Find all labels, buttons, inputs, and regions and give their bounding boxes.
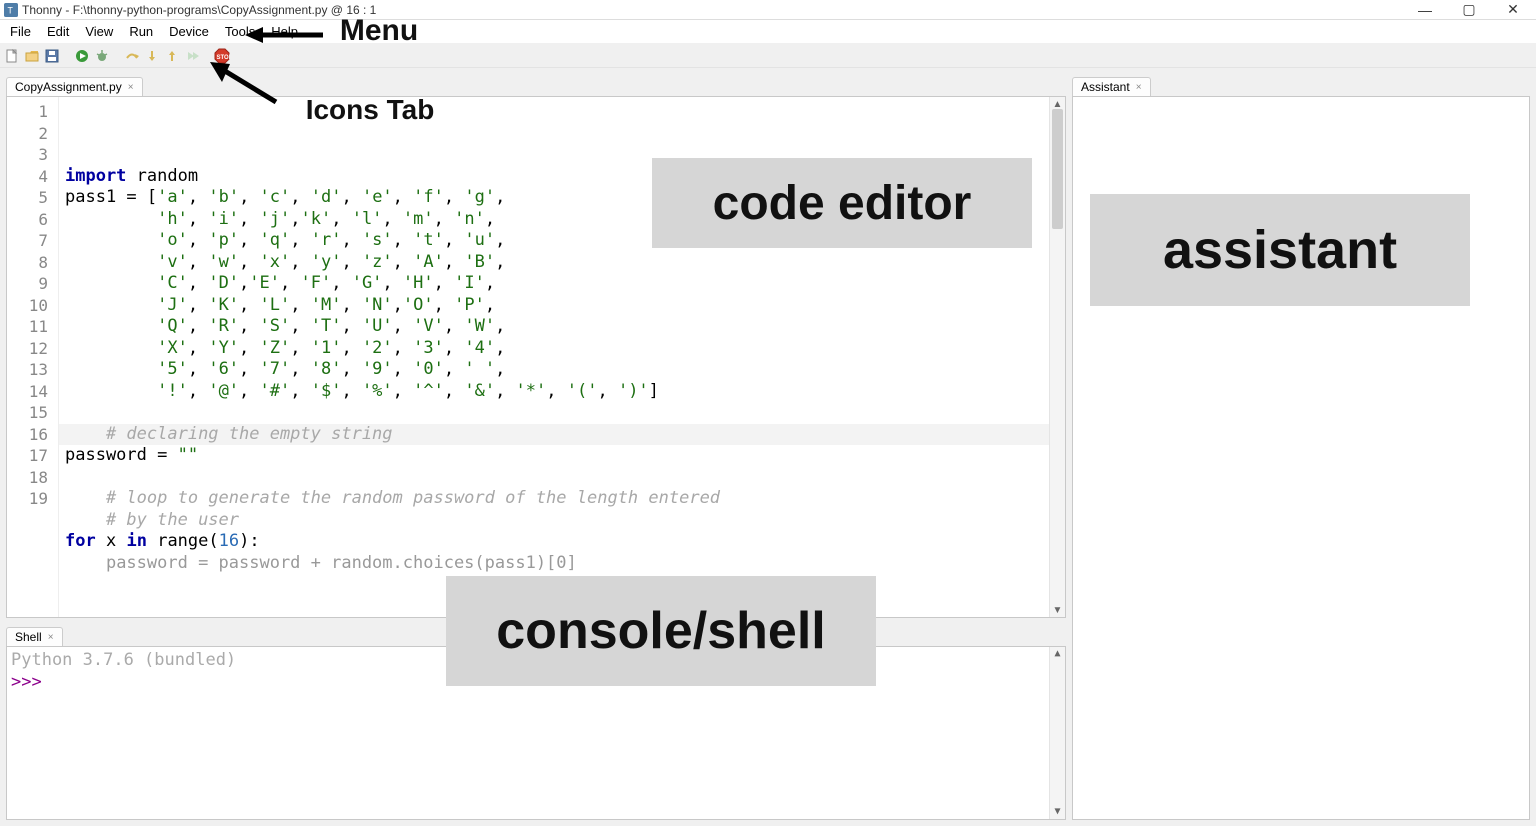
menu-edit[interactable]: Edit <box>39 22 77 41</box>
close-button[interactable]: ✕ <box>1500 1 1526 19</box>
code-line[interactable]: # by the user <box>65 510 1065 532</box>
assistant-tab[interactable]: Assistant × <box>1072 77 1151 96</box>
assistant-tab-label: Assistant <box>1081 80 1130 94</box>
svg-text:STOP: STOP <box>217 55 231 61</box>
scroll-down-icon[interactable]: ▼ <box>1050 603 1065 617</box>
editor-pane: CopyAssignment.py × 12345678910111213141… <box>0 68 1072 618</box>
assistant-tabstrip: Assistant × <box>1072 74 1530 96</box>
close-icon[interactable]: × <box>1136 82 1142 93</box>
svg-text:T: T <box>8 5 14 15</box>
code-line[interactable]: 'Q', 'R', 'S', 'T', 'U', 'V', 'W', <box>65 316 1065 338</box>
code-line[interactable]: 'J', 'K', 'L', 'M', 'N','O', 'P', <box>65 295 1065 317</box>
shell-prompt: >>> <box>11 672 42 692</box>
code-line[interactable]: '!', '@', '#', '$', '%', '^', '&', '*', … <box>65 381 1065 403</box>
menu-help[interactable]: Help <box>263 22 306 41</box>
stop-icon[interactable]: STOP <box>214 48 230 64</box>
code-line[interactable]: # declaring the empty string <box>65 424 1065 446</box>
shell-scrollbar[interactable]: ▲ ▼ <box>1049 647 1065 819</box>
code-line[interactable] <box>65 467 1065 489</box>
code-line[interactable] <box>65 402 1065 424</box>
code-line[interactable]: 'X', 'Y', 'Z', '1', '2', '3', '4', <box>65 338 1065 360</box>
workspace: CopyAssignment.py × 12345678910111213141… <box>0 68 1536 826</box>
window-titlebar: T Thonny - F:\thonny-python-programs\Cop… <box>0 0 1536 20</box>
code-line[interactable]: # loop to generate the random password o… <box>65 488 1065 510</box>
editor-gutter: 12345678910111213141516171819 <box>7 97 59 617</box>
close-icon[interactable]: × <box>48 632 54 643</box>
editor-tabstrip: CopyAssignment.py × <box>6 74 1066 96</box>
code-line[interactable]: pass1 = ['a', 'b', 'c', 'd', 'e', 'f', '… <box>65 187 1065 209</box>
code-line[interactable]: for x in range(16): <box>65 531 1065 553</box>
debug-icon[interactable] <box>94 48 110 64</box>
code-body[interactable]: import randompass1 = ['a', 'b', 'c', 'd'… <box>59 97 1065 617</box>
scroll-up-icon[interactable]: ▲ <box>1050 647 1065 661</box>
step-into-icon[interactable] <box>144 48 160 64</box>
code-line[interactable]: password = "" <box>65 445 1065 467</box>
maximize-button[interactable]: ▢ <box>1456 1 1482 19</box>
save-file-icon[interactable] <box>44 48 60 64</box>
run-icon[interactable] <box>74 48 90 64</box>
shell-tab[interactable]: Shell × <box>6 627 63 646</box>
code-line[interactable]: 'v', 'w', 'x', 'y', 'z', 'A', 'B', <box>65 252 1065 274</box>
menu-run[interactable]: Run <box>121 22 161 41</box>
step-over-icon[interactable] <box>124 48 140 64</box>
code-line[interactable]: password = password + random.choices(pas… <box>65 553 1065 575</box>
open-file-icon[interactable] <box>24 48 40 64</box>
minimize-button[interactable]: — <box>1412 1 1438 19</box>
toolbar: STOP <box>0 44 1536 68</box>
shell-console[interactable]: ▲ ▼ Python 3.7.6 (bundled) >>> <box>6 646 1066 820</box>
code-line[interactable]: 'h', 'i', 'j','k', 'l', 'm', 'n', <box>65 209 1065 231</box>
close-icon[interactable]: × <box>128 82 134 93</box>
code-line[interactable]: 'C', 'D','E', 'F', 'G', 'H', 'I', <box>65 273 1065 295</box>
app-icon: T <box>4 3 18 17</box>
code-line[interactable]: '5', '6', '7', '8', '9', '0', ' ', <box>65 359 1065 381</box>
menu-device[interactable]: Device <box>161 22 217 41</box>
menu-file[interactable]: File <box>2 22 39 41</box>
menu-tools[interactable]: Tools <box>217 22 263 41</box>
resume-icon[interactable] <box>184 48 200 64</box>
menubar: FileEditViewRunDeviceToolsHelp <box>0 20 1536 44</box>
assistant-panel[interactable] <box>1072 96 1530 820</box>
scroll-down-icon[interactable]: ▼ <box>1050 805 1065 819</box>
code-line[interactable]: import random <box>65 166 1065 188</box>
code-editor[interactable]: 12345678910111213141516171819 import ran… <box>6 96 1066 618</box>
code-line[interactable]: 'o', 'p', 'q', 'r', 's', 't', 'u', <box>65 230 1065 252</box>
shell-info-line: Python 3.7.6 (bundled) <box>11 650 236 670</box>
window-title: Thonny - F:\thonny-python-programs\CopyA… <box>22 3 376 17</box>
menu-view[interactable]: View <box>77 22 121 41</box>
step-out-icon[interactable] <box>164 48 180 64</box>
editor-tab[interactable]: CopyAssignment.py × <box>6 77 143 96</box>
shell-pane: Shell × ▲ ▼ Python 3.7.6 (bundled) >>> <box>0 618 1072 826</box>
new-file-icon[interactable] <box>4 48 20 64</box>
shell-tabstrip: Shell × <box>6 624 1066 646</box>
shell-tab-label: Shell <box>15 630 42 644</box>
editor-tab-label: CopyAssignment.py <box>15 80 122 94</box>
